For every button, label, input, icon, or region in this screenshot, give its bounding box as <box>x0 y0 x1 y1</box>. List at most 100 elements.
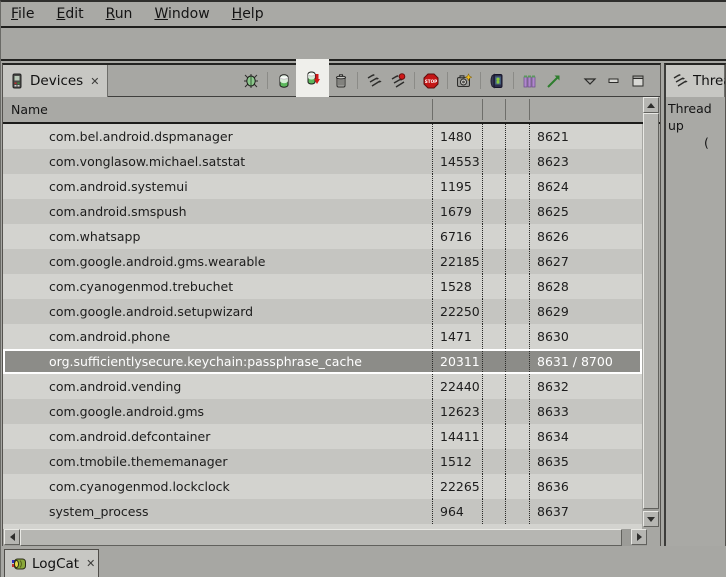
table-row[interactable]: com.whatsapp67168626 <box>3 224 642 249</box>
android-phone-icon <box>489 73 505 89</box>
table-row-selected[interactable]: org.sufficientlysecure.keychain:passphra… <box>3 349 642 374</box>
horizontal-scrollbar[interactable] <box>4 529 647 546</box>
table-row[interactable]: com.google.android.setupwizard222508629 <box>3 299 642 324</box>
table-row[interactable]: com.cyanogenmod.trebuchet15288628 <box>3 274 642 299</box>
cell-port: 8624 <box>529 174 642 199</box>
maximize-icon <box>630 73 646 89</box>
cell-e1 <box>482 474 505 499</box>
table-row[interactable]: com.android.smspush16798625 <box>3 199 642 224</box>
svg-text:STOP: STOP <box>425 79 438 84</box>
system-info-button[interactable] <box>518 65 542 97</box>
cell-pid: 1679 <box>432 199 482 224</box>
table-row[interactable]: com.tmobile.thememanager15128635 <box>3 449 642 474</box>
table-row[interactable]: com.google.android.gms126238633 <box>3 399 642 424</box>
cell-e2 <box>505 224 529 249</box>
menu-help[interactable]: Help <box>228 3 268 25</box>
main-area: Devices ✕ <box>1 63 726 548</box>
tab-devices-close-icon[interactable]: ✕ <box>88 75 99 88</box>
tab-logcat[interactable]: LogCat ✕ <box>4 549 99 577</box>
arrow-down-icon <box>647 517 655 522</box>
cell-e1 <box>482 249 505 274</box>
cell-name: com.android.systemui <box>3 174 432 199</box>
start-method-profiling-button[interactable] <box>386 65 410 97</box>
vertical-scrollbar[interactable] <box>643 97 659 527</box>
main-toolbar-strip <box>1 28 726 61</box>
cell-e2 <box>505 424 529 449</box>
dump-hprof-button[interactable] <box>296 59 329 97</box>
menu-run[interactable]: Run <box>102 3 137 25</box>
bug-icon <box>243 73 259 89</box>
threads-tabbar: Threads <box>666 65 725 97</box>
table-row[interactable]: com.bel.android.dspmanager14808621 <box>3 124 642 149</box>
cell-name: system_process <box>3 499 432 524</box>
cell-pid: 1528 <box>432 274 482 299</box>
horizontal-scrollbar-thumb[interactable] <box>20 529 622 546</box>
cell-name: com.bel.android.dspmanager <box>3 124 432 149</box>
cell-e2 <box>505 124 529 149</box>
menu-edit[interactable]: Edit <box>52 3 87 25</box>
cell-pid: 22185 <box>432 249 482 274</box>
chart-button[interactable] <box>542 65 566 97</box>
table-body: com.bel.android.dspmanager14808621com.vo… <box>3 124 642 529</box>
cell-e1 <box>482 224 505 249</box>
menu-file[interactable]: File <box>7 3 38 25</box>
table-row[interactable]: com.android.systemui11958624 <box>3 174 642 199</box>
tab-threads-label: Threads <box>693 73 726 89</box>
cell-name: com.vonglasow.michael.satstat <box>3 149 432 174</box>
toolbar-separator <box>357 72 358 89</box>
stop-process-button[interactable]: STOP <box>419 65 443 97</box>
table-row[interactable]: com.vonglasow.michael.satstat145538623 <box>3 149 642 174</box>
bar-columns-icon <box>522 73 538 89</box>
toolbar-separator <box>480 72 481 89</box>
threads-icon <box>672 73 688 89</box>
maximize-button[interactable] <box>626 65 650 97</box>
update-heap-button[interactable] <box>272 65 296 97</box>
column-header-pid[interactable] <box>432 99 482 120</box>
screen-capture-button[interactable] <box>452 65 476 97</box>
logcat-icon <box>11 556 27 572</box>
cell-pid: 22265 <box>432 474 482 499</box>
tab-devices[interactable]: Devices ✕ <box>3 65 108 97</box>
device-view-button[interactable] <box>485 65 509 97</box>
column-header-2[interactable] <box>482 99 505 120</box>
table-row[interactable]: com.android.phone14718630 <box>3 324 642 349</box>
menu-window[interactable]: Window <box>150 3 213 25</box>
scroll-down-button[interactable] <box>643 511 659 527</box>
vertical-scrollbar-thumb[interactable] <box>643 113 659 509</box>
cell-e1 <box>482 351 505 372</box>
debug-process-button[interactable] <box>239 65 263 97</box>
table-row[interactable]: com.android.defcontainer144118634 <box>3 424 642 449</box>
scroll-up-button[interactable] <box>643 97 659 113</box>
cell-pid: 6716 <box>432 224 482 249</box>
scroll-right-button[interactable] <box>631 529 647 545</box>
cell-e2 <box>505 249 529 274</box>
minimize-button[interactable] <box>602 65 626 97</box>
scroll-left-button[interactable] <box>4 529 20 545</box>
tab-logcat-close-icon[interactable]: ✕ <box>84 557 95 570</box>
cause-gc-button[interactable] <box>329 65 353 97</box>
cell-name: com.google.android.gms <box>3 399 432 424</box>
cell-port: 8628 <box>529 274 642 299</box>
cell-pid: 1471 <box>432 324 482 349</box>
cell-name: com.whatsapp <box>3 224 432 249</box>
column-header-3[interactable] <box>505 99 529 120</box>
cell-e1 <box>482 199 505 224</box>
column-header-name[interactable]: Name <box>3 99 432 120</box>
view-menu-button[interactable] <box>578 65 602 97</box>
cell-name: org.sufficientlysecure.keychain:passphra… <box>5 351 432 372</box>
cell-name: com.android.smspush <box>3 199 432 224</box>
column-header-port[interactable] <box>529 99 660 120</box>
table-row[interactable]: com.android.vending224408632 <box>3 374 642 399</box>
table-row[interactable]: system_process9648637 <box>3 499 642 524</box>
tab-logcat-label: LogCat <box>32 556 79 572</box>
threads-message-line2: ( <box>668 134 725 151</box>
bottom-panel: LogCat ✕ <box>1 546 726 577</box>
cell-name: com.cyanogenmod.lockclock <box>3 474 432 499</box>
update-threads-button[interactable] <box>362 65 386 97</box>
cell-e2 <box>505 351 529 372</box>
devices-toolbar: STOP <box>239 65 660 97</box>
table-row[interactable]: com.google.android.gms.wearable221858627 <box>3 249 642 274</box>
tab-threads[interactable]: Threads <box>666 65 725 97</box>
cell-e1 <box>482 449 505 474</box>
table-row[interactable]: com.cyanogenmod.lockclock222658636 <box>3 474 642 499</box>
